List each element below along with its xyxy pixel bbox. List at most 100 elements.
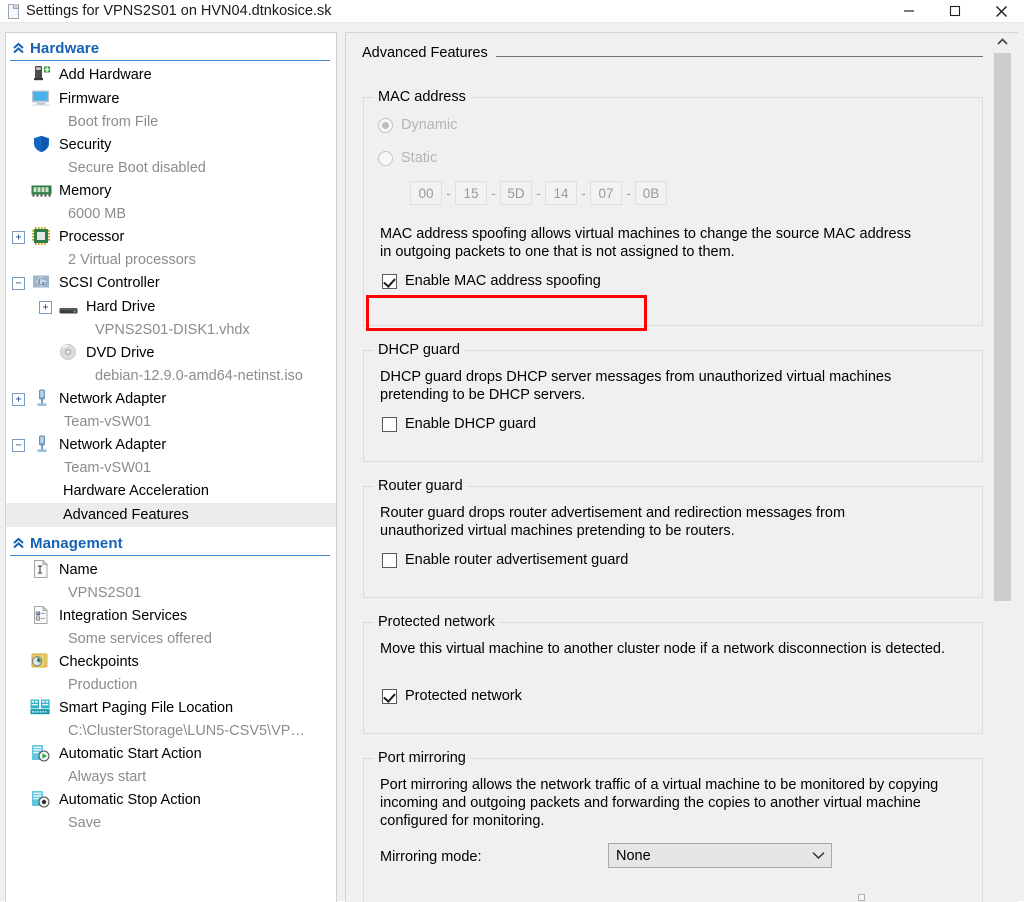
detail-scroll-area: Advanced Features MAC address Dynamic St…: [346, 33, 997, 902]
mac-separator: -: [491, 185, 496, 201]
sidebar-item-scsi-controller[interactable]: − G SCSI Controller: [6, 271, 336, 295]
sidebar-item-integration-services[interactable]: Integration Services: [6, 604, 336, 628]
expander-plus-hard-drive[interactable]: +: [39, 301, 52, 314]
sidebar-section-management[interactable]: Management: [6, 531, 336, 555]
close-button[interactable]: [978, 0, 1024, 22]
sidebar-item-label: Processor: [59, 229, 125, 245]
dhcp-guard-checkbox-row[interactable]: Enable DHCP guard: [382, 416, 536, 432]
sidebar-item-label: SCSI Controller: [59, 275, 160, 291]
mac-octet-4[interactable]: 14: [545, 181, 577, 205]
resize-grip[interactable]: [858, 894, 865, 901]
sidebar-item-automatic-stop-action[interactable]: Automatic Stop Action: [6, 788, 336, 812]
router-guard-checkbox[interactable]: [382, 552, 397, 568]
sidebar-item-security[interactable]: Security: [6, 133, 336, 157]
sidebar-item-label: Integration Services: [59, 608, 188, 624]
title-bar: Settings for VPNS2S01 on HVN04.dtnkosice…: [0, 0, 1024, 22]
sidebar-item-memory[interactable]: Memory: [6, 179, 336, 203]
dhcp-guard-checkbox[interactable]: [382, 416, 397, 432]
sidebar-section-hardware[interactable]: Hardware: [6, 36, 336, 60]
sidebar-item-label: Smart Paging File Location: [59, 700, 234, 716]
sidebar-subtext: VPNS2S01: [68, 585, 142, 601]
sidebar-item-dvd-drive[interactable]: DVD Drive: [6, 341, 336, 365]
mac-dynamic-radio[interactable]: [378, 117, 393, 133]
dvd-drive-icon: [59, 343, 79, 361]
mac-address-group-title: MAC address: [374, 89, 470, 105]
sidebar-item-advanced-features[interactable]: Advanced Features: [6, 503, 336, 527]
sidebar-item-automatic-start-action[interactable]: Automatic Start Action: [6, 742, 336, 766]
mac-octet-3[interactable]: 5D: [500, 181, 532, 205]
maximize-button[interactable]: [932, 0, 978, 22]
sidebar-item-checkpoints-sub: Production: [6, 674, 336, 696]
sidebar-item-processor-sub: 2 Virtual processors: [6, 249, 336, 271]
settings-detail-panel: Advanced Features MAC address Dynamic St…: [345, 32, 1018, 902]
port-mirroring-group: Port mirroring Port mirroring allows the…: [363, 750, 983, 902]
sidebar-item-hard-drive[interactable]: + Hard Drive: [6, 295, 336, 319]
mac-octet-5[interactable]: 07: [590, 181, 622, 205]
mac-static-label: Static: [401, 150, 438, 166]
checkpoints-icon: [31, 653, 51, 671]
sidebar-item-memory-sub: 6000 MB: [6, 203, 336, 225]
mac-spoofing-label: Enable MAC address spoofing: [405, 273, 601, 289]
sidebar-item-security-sub: Secure Boot disabled: [6, 157, 336, 179]
vm-settings-icon: [6, 3, 20, 19]
sidebar-subtext: 6000 MB: [68, 206, 127, 222]
sidebar-item-processor[interactable]: + Processor: [6, 225, 336, 249]
sidebar-item-network-adapter-1[interactable]: + Network Adapter: [6, 387, 336, 411]
sidebar-item-label: Advanced Features: [63, 507, 189, 523]
mac-octet-fields[interactable]: 00 - 15 - 5D - 14 - 07 - 0B: [410, 181, 667, 205]
page-title: Advanced Features: [362, 45, 496, 61]
sidebar-item-firmware-sub: Boot from File: [6, 111, 336, 133]
sidebar-subtext: 2 Virtual processors: [68, 252, 196, 268]
sidebar-item-smart-paging-file-location[interactable]: Smart Paging File Location: [6, 696, 336, 720]
sidebar-item-label: DVD Drive: [86, 345, 155, 361]
scrollbar-up-button[interactable]: [994, 33, 1011, 50]
protected-network-group: Protected network Move this virtual mach…: [363, 614, 983, 734]
detail-vertical-scrollbar[interactable]: [993, 33, 1011, 902]
chevron-up-double-icon: [10, 40, 26, 56]
minimize-button[interactable]: [886, 0, 932, 22]
mac-static-radio-row[interactable]: Static: [378, 150, 437, 166]
settings-navigation-tree[interactable]: Hardware Add Hardware Firmware Boot from…: [5, 32, 337, 902]
chevron-down-icon[interactable]: [805, 851, 831, 860]
mac-spoofing-checkbox[interactable]: [382, 273, 397, 289]
mirroring-mode-label: Mirroring mode:: [380, 849, 482, 865]
sidebar-item-network-adapter-2[interactable]: − Network Adapter: [6, 433, 336, 457]
mac-octet-2[interactable]: 15: [455, 181, 487, 205]
tree-content: Hardware Add Hardware Firmware Boot from…: [6, 36, 336, 834]
expander-plus-network-adapter-1[interactable]: +: [12, 393, 25, 406]
sidebar-item-checkpoints[interactable]: Checkpoints: [6, 650, 336, 674]
network-adapter-icon: [36, 389, 56, 407]
protected-network-checkbox-row[interactable]: Protected network: [382, 688, 522, 704]
protected-network-description: Move this virtual machine to another clu…: [380, 641, 945, 657]
mac-spoofing-checkbox-row[interactable]: Enable MAC address spoofing: [382, 273, 601, 289]
sidebar-subtext: Always start: [68, 769, 147, 785]
router-guard-checkbox-row[interactable]: Enable router advertisement guard: [382, 552, 628, 568]
section-rule-management: [10, 555, 330, 556]
sidebar-item-label: Memory: [59, 183, 112, 199]
mac-octet-6[interactable]: 0B: [635, 181, 667, 205]
mac-static-radio[interactable]: [378, 150, 393, 166]
expander-minus-network-adapter-2[interactable]: −: [12, 439, 25, 452]
sidebar-item-add-hardware[interactable]: Add Hardware: [6, 63, 336, 87]
router-guard-label: Enable router advertisement guard: [405, 552, 629, 568]
expander-minus-scsi[interactable]: −: [12, 277, 25, 290]
sidebar-subtext: Production: [68, 677, 138, 693]
scrollbar-thumb[interactable]: [994, 53, 1011, 601]
mac-octet-1[interactable]: 00: [410, 181, 442, 205]
router-guard-group-title: Router guard: [374, 478, 467, 494]
sidebar-item-firmware[interactable]: Firmware: [6, 87, 336, 111]
sidebar-item-name[interactable]: Name: [6, 558, 336, 582]
protected-network-checkbox[interactable]: [382, 688, 397, 704]
sidebar-item-label: Checkpoints: [59, 654, 139, 670]
mirroring-mode-select[interactable]: None: [608, 843, 832, 868]
mac-dynamic-radio-row[interactable]: Dynamic: [378, 117, 457, 133]
sidebar-item-integration-services-sub: Some services offered: [6, 628, 336, 650]
sidebar-item-label: Hardware Acceleration: [63, 483, 209, 499]
mac-separator: -: [446, 185, 451, 201]
auto-start-icon: [31, 744, 51, 762]
sidebar-item-hardware-acceleration[interactable]: Hardware Acceleration: [6, 479, 336, 503]
expander-plus-processor[interactable]: +: [12, 231, 25, 244]
sidebar-item-label: Network Adapter: [59, 437, 167, 453]
sidebar-section-label: Management: [30, 534, 123, 552]
sidebar-item-label: Network Adapter: [59, 391, 167, 407]
